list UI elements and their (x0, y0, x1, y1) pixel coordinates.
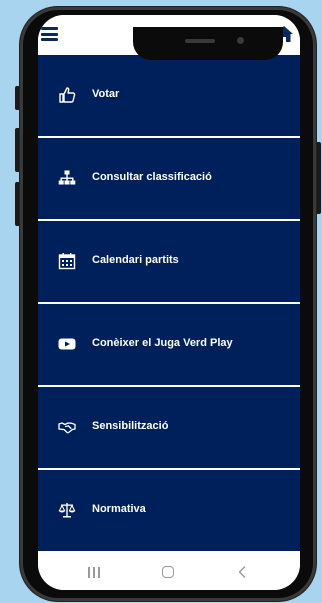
hamburger-icon[interactable] (41, 27, 58, 41)
speaker-grill (185, 39, 215, 43)
menu-item-label: Votar (92, 88, 120, 100)
menu-item-calendari-partits[interactable]: Calendari partits (38, 221, 300, 302)
sitemap-icon (58, 169, 76, 187)
recents-icon[interactable] (88, 567, 100, 578)
menu-item-sensibilitzacio[interactable]: Sensibilització (38, 387, 300, 468)
menu-item-consultar-classificacio[interactable]: Consultar classificació (38, 138, 300, 219)
menu-item-label: Normativa (92, 503, 146, 515)
calendar-icon (58, 252, 76, 270)
android-navigation-bar (38, 555, 300, 590)
front-camera (237, 37, 244, 44)
menu-item-label: Calendari partits (92, 254, 179, 266)
phone-notch (133, 27, 283, 60)
home-circle-icon[interactable] (162, 566, 174, 578)
menu-item-votar[interactable]: Votar (38, 55, 300, 136)
menu-item-label: Conèixer el Juga Verd Play (92, 337, 233, 349)
menu-item-coneixer-juga-verd-play[interactable]: Conèixer el Juga Verd Play (38, 304, 300, 385)
menu-item-label: Consultar classificació (92, 171, 212, 183)
youtube-icon (58, 335, 76, 353)
phone-screen: Votar Consultar classificació Calendari … (38, 15, 300, 590)
handshake-icon (58, 418, 76, 436)
thumbs-up-icon (58, 86, 76, 104)
menu-item-label: Sensibilització (92, 420, 169, 432)
back-chevron-icon[interactable] (237, 565, 247, 579)
menu-item-normativa[interactable]: Normativa (38, 470, 300, 551)
scale-icon (58, 501, 76, 519)
